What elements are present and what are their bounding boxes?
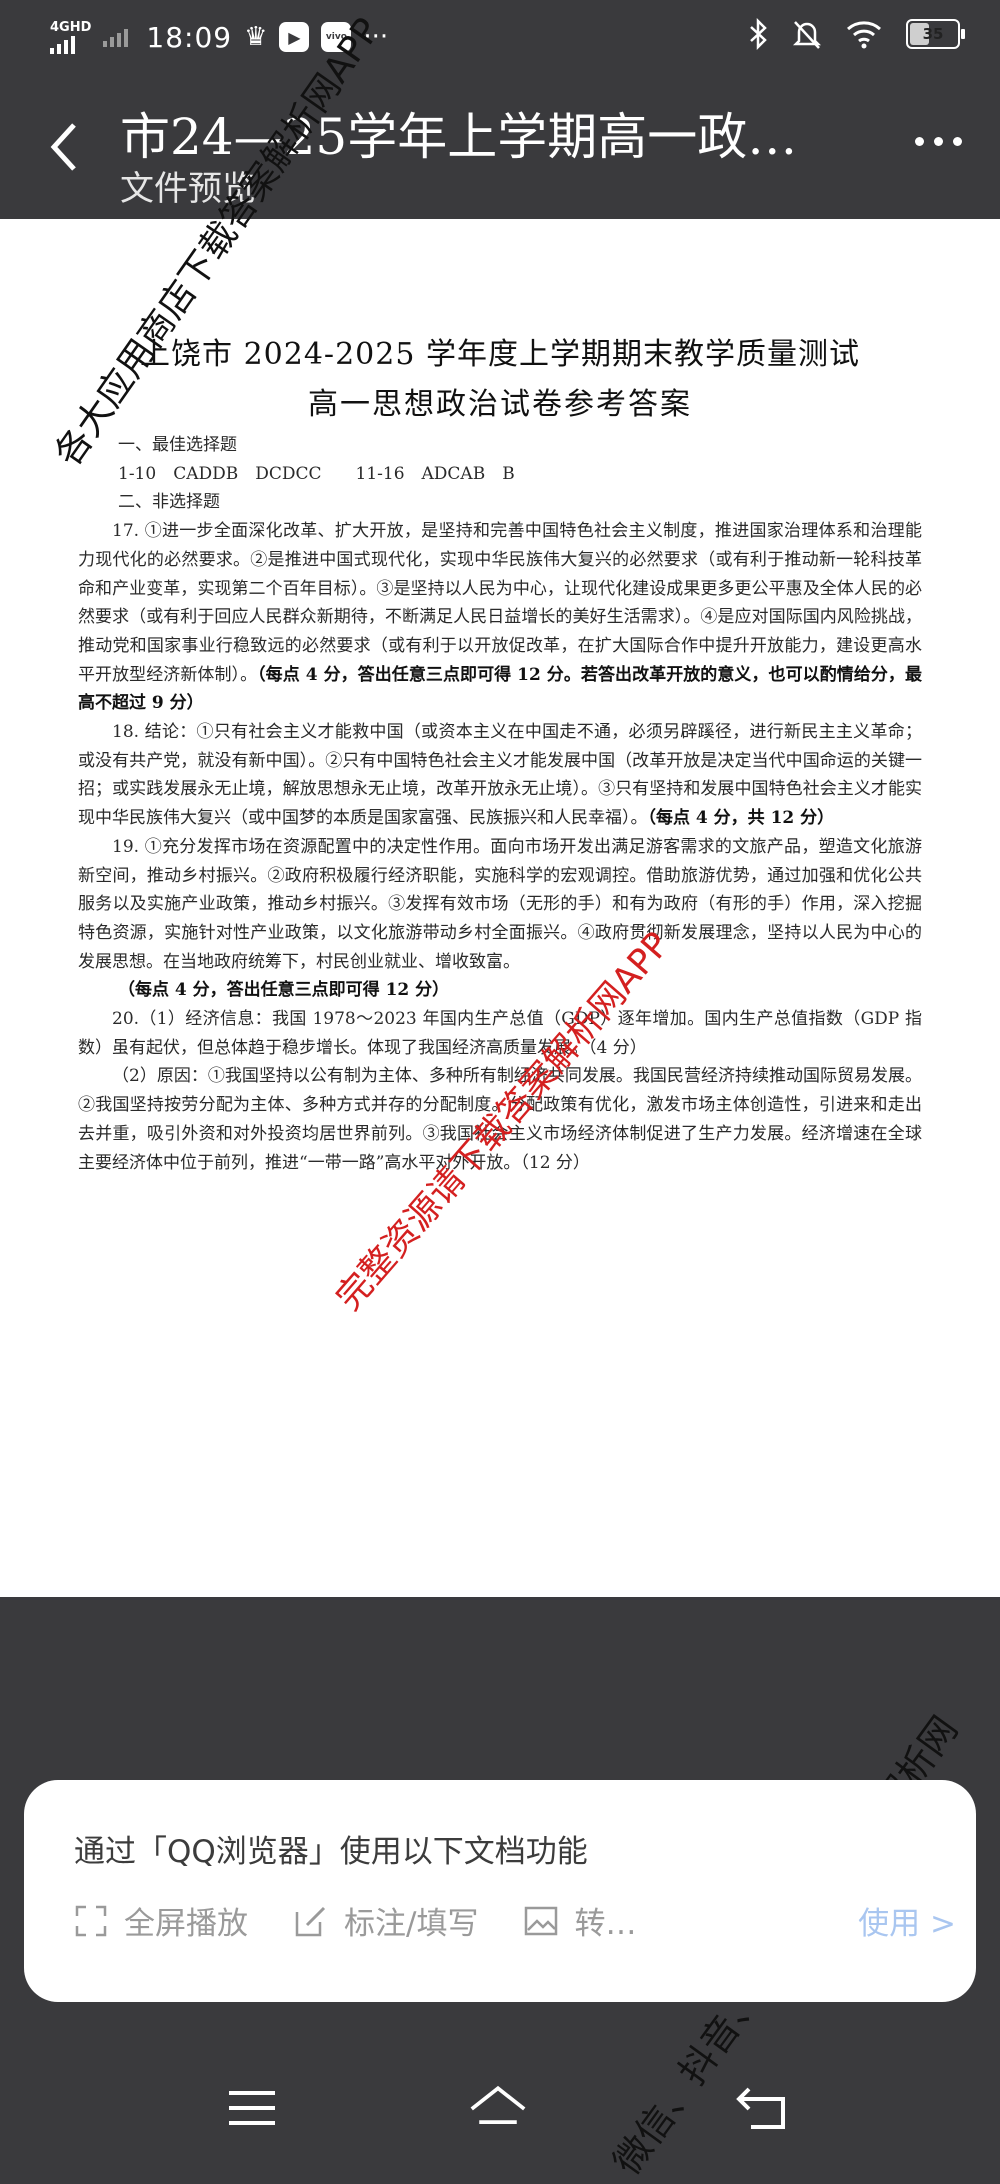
document-paragraph: 1-10 CADDB DCDCC 11-16 ADCAB B bbox=[78, 460, 922, 489]
scoring-note: （每点 4 分，答出任意三点即可得 12 分） bbox=[118, 980, 450, 1001]
chevron-left-icon bbox=[50, 123, 76, 171]
fullscreen-label: 全屏播放 bbox=[124, 1906, 248, 1942]
fullscreen-icon bbox=[74, 1904, 108, 1938]
home-icon bbox=[470, 2085, 526, 2124]
network-type: 4GHD bbox=[50, 19, 92, 35]
fullscreen-tool[interactable]: 全屏播放 bbox=[74, 1898, 248, 1943]
status-right: 35 bbox=[748, 18, 965, 50]
battery-icon: 35 bbox=[906, 19, 965, 49]
paragraph-text: 一、最佳选择题 bbox=[118, 435, 237, 455]
paragraph-text: 1-10 CADDB DCDCC 11-16 ADCAB B bbox=[118, 463, 515, 484]
document-paragraph: 20.（1）经济信息：我国 1978～2023 年国内生产总值（GDP）逐年增加… bbox=[78, 1005, 922, 1062]
document-subtitle: 高一思想政治试卷参考答案 bbox=[308, 387, 692, 422]
wifi-icon bbox=[847, 21, 881, 49]
document-paragraph: 19. ①充分发挥市场在资源配置中的决定性作用。面向市场开发出满足游客需求的文旅… bbox=[78, 833, 922, 977]
convert-tool[interactable]: 转… bbox=[524, 1898, 636, 1943]
document-paragraph: 18. 结论：①只有社会主义才能救中国（或资本主义在中国走不通，必须另辟蹊径，进… bbox=[78, 718, 922, 833]
back-button[interactable] bbox=[38, 117, 88, 177]
document-paragraph: 二、非选择题 bbox=[78, 488, 922, 517]
navigation-bar bbox=[0, 2040, 1000, 2167]
more-options-button[interactable] bbox=[915, 137, 962, 146]
signal-icon: 4GHD bbox=[50, 21, 91, 54]
back-nav-button[interactable] bbox=[732, 2080, 792, 2136]
return-icon bbox=[736, 2087, 785, 2129]
paragraph-text: 20.（1）经济信息：我国 1978～2023 年国内生产总值（GDP）逐年增加… bbox=[78, 1009, 922, 1058]
paragraph-text: 17. ①进一步全面深化改革、扩大开放，是坚持和完善中国特色社会主义制度，推进国… bbox=[78, 521, 922, 685]
image-icon bbox=[524, 1904, 558, 1938]
app-header: 市24—25学年上学期高一政… 文件预览 bbox=[0, 75, 1000, 219]
signal-2-icon bbox=[103, 27, 129, 47]
home-nav-button[interactable] bbox=[468, 2080, 528, 2136]
paragraph-text: 19. ①充分发挥市场在资源配置中的决定性作用。面向市场开发出满足游客需求的文旅… bbox=[78, 836, 922, 972]
panel-tools: 全屏播放 标注/填写 转… bbox=[74, 1898, 682, 1943]
mute-bell-icon bbox=[792, 21, 822, 49]
bluetooth-icon bbox=[750, 18, 767, 50]
document-page[interactable]: 上饶市 2024-2025 学年度上学期期末教学质量测试 高一思想政治试卷参考答… bbox=[0, 219, 1000, 1597]
menu-icon bbox=[229, 2091, 275, 2125]
qq-browser-panel: 通过「QQ浏览器」使用以下文档功能 全屏播放 标注/填写 转… 使用 > bbox=[24, 1780, 976, 2002]
scoring-note: （每点 4 分，共 12 分） bbox=[647, 808, 835, 829]
paragraph-text: 二、非选择题 bbox=[118, 492, 220, 513]
crown-icon: ♛ bbox=[244, 22, 268, 52]
page-title: 市24—25学年上学期高一政… bbox=[120, 108, 798, 166]
convert-label: 转… bbox=[574, 1906, 637, 1942]
annotate-tool[interactable]: 标注/填写 bbox=[294, 1898, 478, 1943]
annotate-label: 标注/填写 bbox=[344, 1906, 479, 1942]
clock: 18:09 bbox=[146, 20, 233, 54]
panel-message: 通过「QQ浏览器」使用以下文档功能 bbox=[74, 1834, 588, 1870]
edit-icon bbox=[294, 1904, 328, 1938]
document-paragraph: 17. ①进一步全面深化改革、扩大开放，是坚持和完善中国特色社会主义制度，推进国… bbox=[78, 517, 922, 718]
document-body: 一、最佳选择题 1-10 CADDB DCDCC 11-16 ADCAB B 二、非… bbox=[78, 431, 922, 1177]
battery-level: 35 bbox=[922, 25, 944, 43]
status-bar: 4GHD 18:09 ♛ ▶ vivo ··· 35 bbox=[0, 0, 1000, 75]
play-app-icon: ▶ bbox=[279, 22, 310, 52]
use-button[interactable]: 使用 > bbox=[858, 1898, 956, 1943]
document-paragraph: （每点 4 分，答出任意三点即可得 12 分） bbox=[78, 976, 922, 1005]
document-paragraph: 一、最佳选择题 bbox=[78, 431, 922, 460]
menu-nav-button[interactable] bbox=[222, 2080, 282, 2136]
